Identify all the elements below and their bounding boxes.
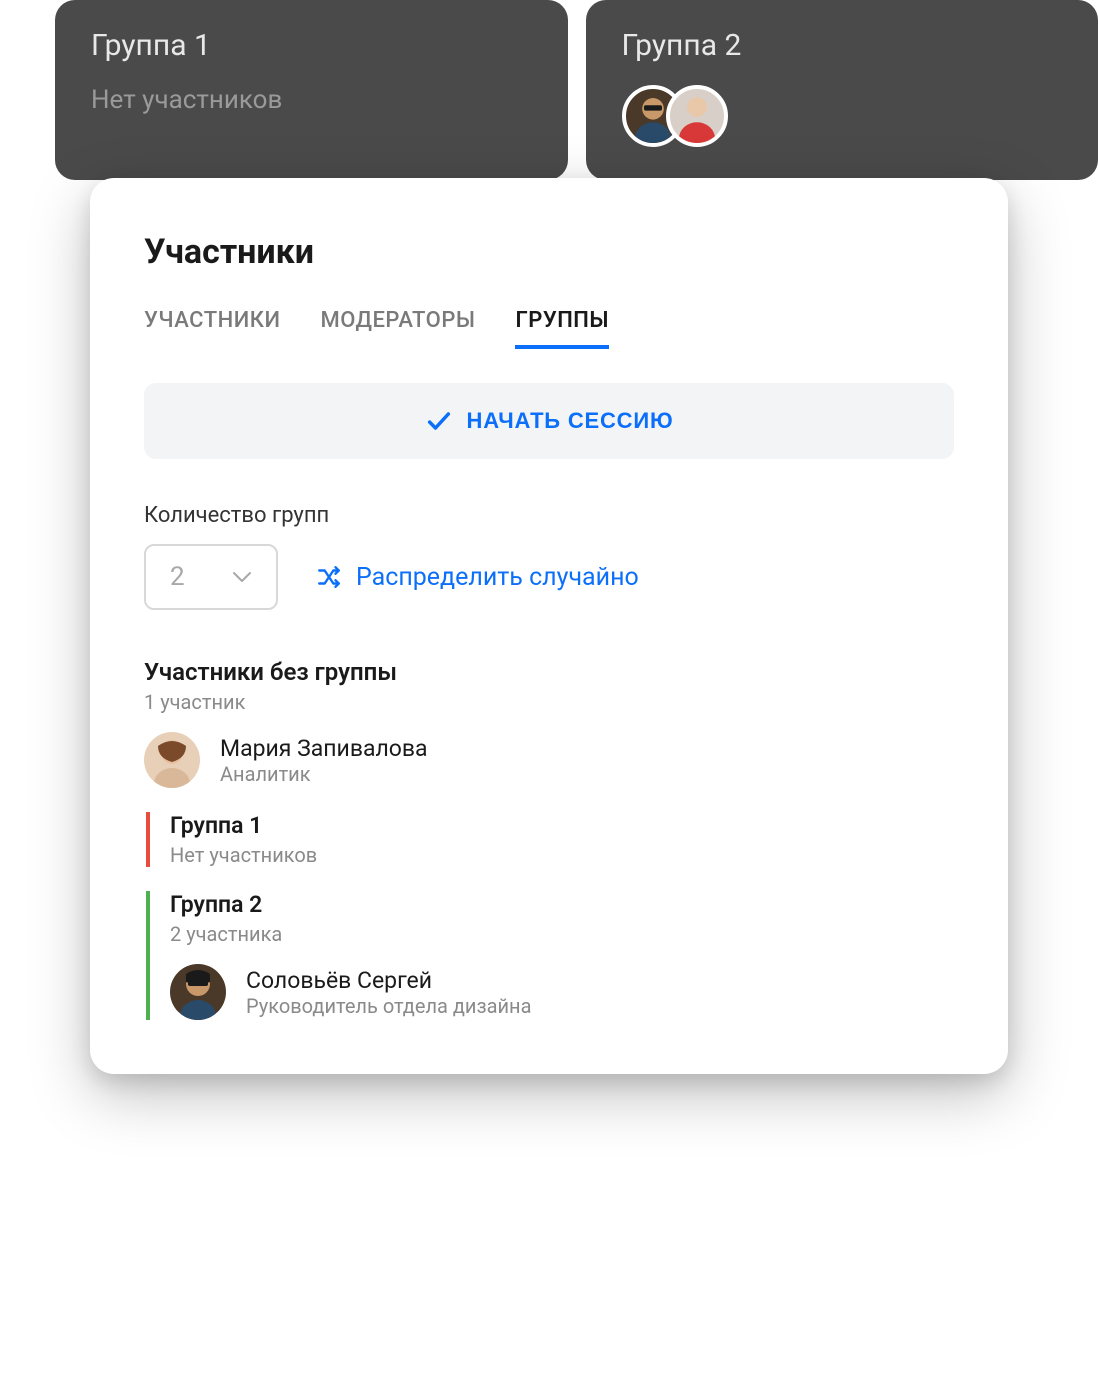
ungrouped-subtitle: 1 участник: [144, 690, 954, 714]
start-session-button[interactable]: НАЧАТЬ СЕССИЮ: [144, 383, 954, 459]
participant-role: Руководитель отдела дизайна: [246, 994, 531, 1018]
shuffle-button[interactable]: Распределить случайно: [316, 563, 639, 592]
group-card-title: Группа 1: [91, 28, 532, 63]
participant-row[interactable]: Соловьёв Сергей Руководитель отдела диза…: [170, 964, 954, 1020]
group-subtitle: Нет участников: [170, 843, 954, 867]
shuffle-label: Распределить случайно: [356, 563, 639, 592]
participant-name: Соловьёв Сергей: [246, 967, 531, 994]
group-count-row: 2 Распределить случайно: [144, 544, 954, 610]
chevron-down-icon: [232, 571, 252, 583]
group-card-1[interactable]: Группа 1 Нет участников: [55, 0, 568, 180]
tab-groups[interactable]: ГРУППЫ: [515, 308, 609, 349]
group-section-2[interactable]: Группа 2 2 участника Соловьёв Сергей Рук…: [146, 891, 954, 1020]
group-count-select[interactable]: 2: [144, 544, 278, 610]
tab-moderators[interactable]: МОДЕРАТОРЫ: [320, 308, 475, 349]
start-session-label: НАЧАТЬ СЕССИЮ: [467, 408, 674, 434]
participant-info: Соловьёв Сергей Руководитель отдела диза…: [246, 967, 531, 1018]
group-section-1[interactable]: Группа 1 Нет участников: [146, 812, 954, 867]
panel-title: Участники: [144, 232, 954, 272]
participant-row[interactable]: Мария Запивалова Аналитик: [144, 732, 954, 788]
group-card-avatars: [622, 85, 1063, 147]
top-group-cards: Группа 1 Нет участников Группа 2: [0, 0, 1098, 180]
group-card-subtitle: Нет участников: [91, 85, 532, 115]
group-count-value: 2: [170, 562, 185, 592]
tab-participants[interactable]: УЧАСТНИКИ: [144, 308, 280, 349]
group-title: Группа 2: [170, 891, 954, 918]
avatar: [170, 964, 226, 1020]
group-count-label: Количество групп: [144, 503, 954, 528]
tabs: УЧАСТНИКИ МОДЕРАТОРЫ ГРУППЫ: [144, 308, 954, 349]
shuffle-icon: [316, 564, 342, 590]
participant-role: Аналитик: [220, 762, 428, 786]
ungrouped-section: Участники без группы 1 участник Мария За…: [144, 658, 954, 788]
group-title: Группа 1: [170, 812, 954, 839]
participants-panel: Участники УЧАСТНИКИ МОДЕРАТОРЫ ГРУППЫ НА…: [90, 178, 1008, 1074]
check-icon: [425, 407, 453, 435]
group-card-title: Группа 2: [622, 28, 1063, 63]
participant-info: Мария Запивалова Аналитик: [220, 735, 428, 786]
avatar: [144, 732, 200, 788]
group-card-2[interactable]: Группа 2: [586, 0, 1098, 180]
participant-name: Мария Запивалова: [220, 735, 428, 762]
group-subtitle: 2 участника: [170, 922, 954, 946]
ungrouped-title: Участники без группы: [144, 658, 954, 686]
avatar: [666, 85, 728, 147]
